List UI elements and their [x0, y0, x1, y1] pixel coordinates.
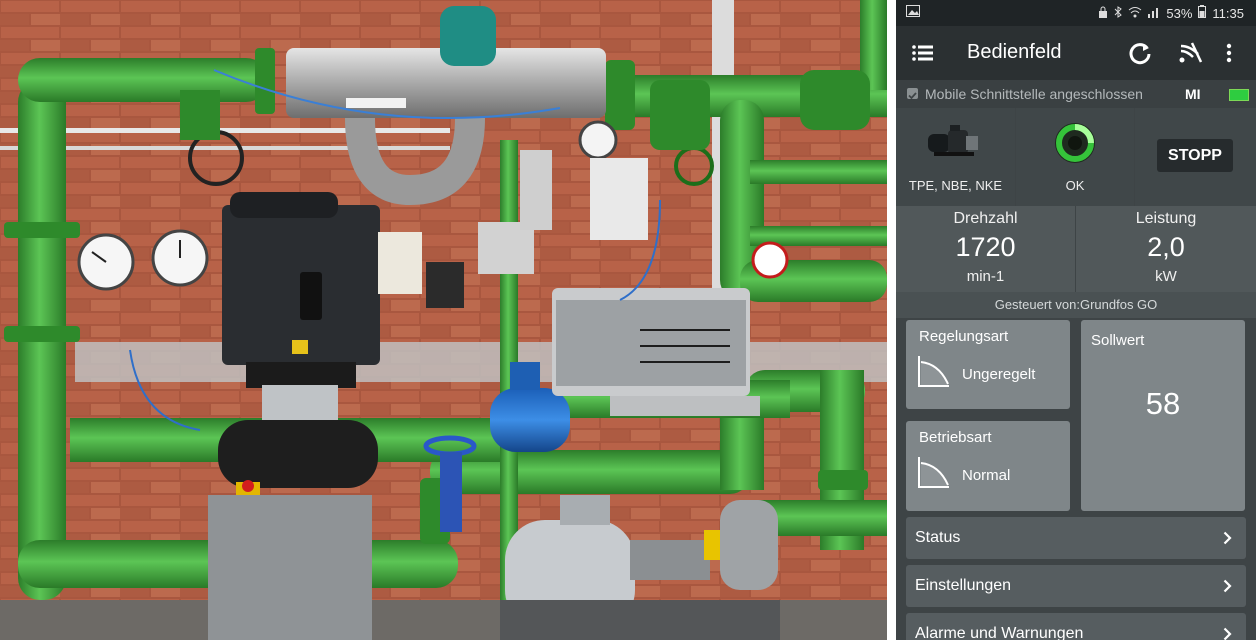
nav-status[interactable]: Status — [906, 517, 1246, 559]
status-ok-icon — [1053, 121, 1097, 170]
pump-status-label: OK — [1065, 178, 1085, 193]
menu-icon[interactable] — [912, 43, 934, 63]
battery-percent: 53% — [1166, 5, 1193, 21]
pump-type-tile[interactable]: TPE, NBE, NKE — [896, 108, 1015, 206]
stop-button[interactable]: STOPP — [1157, 139, 1233, 172]
chevron-right-icon — [1223, 579, 1232, 593]
setpoint-card[interactable]: Sollwert 58 — [1081, 320, 1245, 511]
operating-mode-card[interactable]: Betriebsart Normal — [906, 421, 1070, 511]
pump-rig-photo — [0, 0, 887, 640]
battery-icon — [1198, 5, 1207, 21]
refresh-icon[interactable] — [1127, 40, 1153, 66]
nav-settings-label: Einstellungen — [915, 577, 1012, 594]
control-curve-icon — [917, 354, 951, 388]
operating-mode-value: Normal — [962, 467, 1011, 484]
nav-alarms-label: Alarme und Warnungen — [915, 625, 1084, 640]
signal-icon — [1148, 6, 1160, 21]
operating-mode-title: Betriebsart — [919, 429, 992, 446]
speed-value: 1720 — [955, 232, 1016, 262]
phone-screen: 53% 11:35 Bedienfeld Mobile Schnittstell… — [896, 0, 1256, 640]
controlled-by-label: Gesteuert von:Grundfos GO — [896, 292, 1256, 318]
page-title: Bedienfeld — [967, 41, 1062, 63]
power-metric: Leistung 2,0 kW — [1076, 206, 1256, 292]
control-mode-title: Regelungsart — [919, 328, 1009, 345]
speed-unit: min-1 — [966, 268, 1005, 285]
mi-badge: MI — [1185, 86, 1201, 102]
connection-label: Mobile Schnittstelle angeschlossen — [925, 86, 1143, 102]
chevron-right-icon — [1223, 627, 1232, 640]
wifi-icon — [1128, 6, 1142, 21]
clock: 11:35 — [1212, 5, 1244, 21]
setpoint-value: 58 — [1145, 386, 1181, 421]
chevron-right-icon — [1223, 531, 1232, 545]
mi-battery-icon — [1229, 89, 1249, 101]
speed-label: Drehzahl — [953, 210, 1018, 227]
pump-type-label: TPE, NBE, NKE — [908, 178, 1003, 193]
nav-settings[interactable]: Einstellungen — [906, 565, 1246, 607]
pump-icon — [926, 122, 984, 163]
speed-metric: Drehzahl 1720 min-1 — [896, 206, 1075, 292]
control-mode-card[interactable]: Regelungsart Ungeregelt — [906, 320, 1070, 409]
more-vert-icon[interactable] — [1224, 40, 1234, 66]
gallery-icon — [906, 5, 920, 20]
operating-curve-icon — [917, 455, 951, 489]
nav-alarms[interactable]: Alarme und Warnungen — [906, 613, 1246, 640]
power-label: Leistung — [1135, 210, 1197, 227]
app-bar: Bedienfeld — [896, 26, 1256, 80]
power-unit: kW — [1155, 268, 1177, 285]
lock-icon — [1098, 6, 1108, 21]
pump-status-tile: OK — [1016, 108, 1134, 206]
remote-icon[interactable] — [1178, 40, 1204, 66]
bluetooth-icon — [1114, 5, 1123, 21]
nav-status-label: Status — [915, 529, 961, 546]
setpoint-title: Sollwert — [1091, 332, 1145, 349]
connection-bar: Mobile Schnittstelle angeschlossen MI — [896, 80, 1256, 108]
power-value: 2,0 — [1147, 232, 1185, 262]
control-mode-value: Ungeregelt — [962, 366, 1036, 383]
status-bar: 53% 11:35 — [896, 0, 1256, 26]
connection-checkbox — [907, 88, 918, 100]
image-divider — [887, 0, 896, 640]
